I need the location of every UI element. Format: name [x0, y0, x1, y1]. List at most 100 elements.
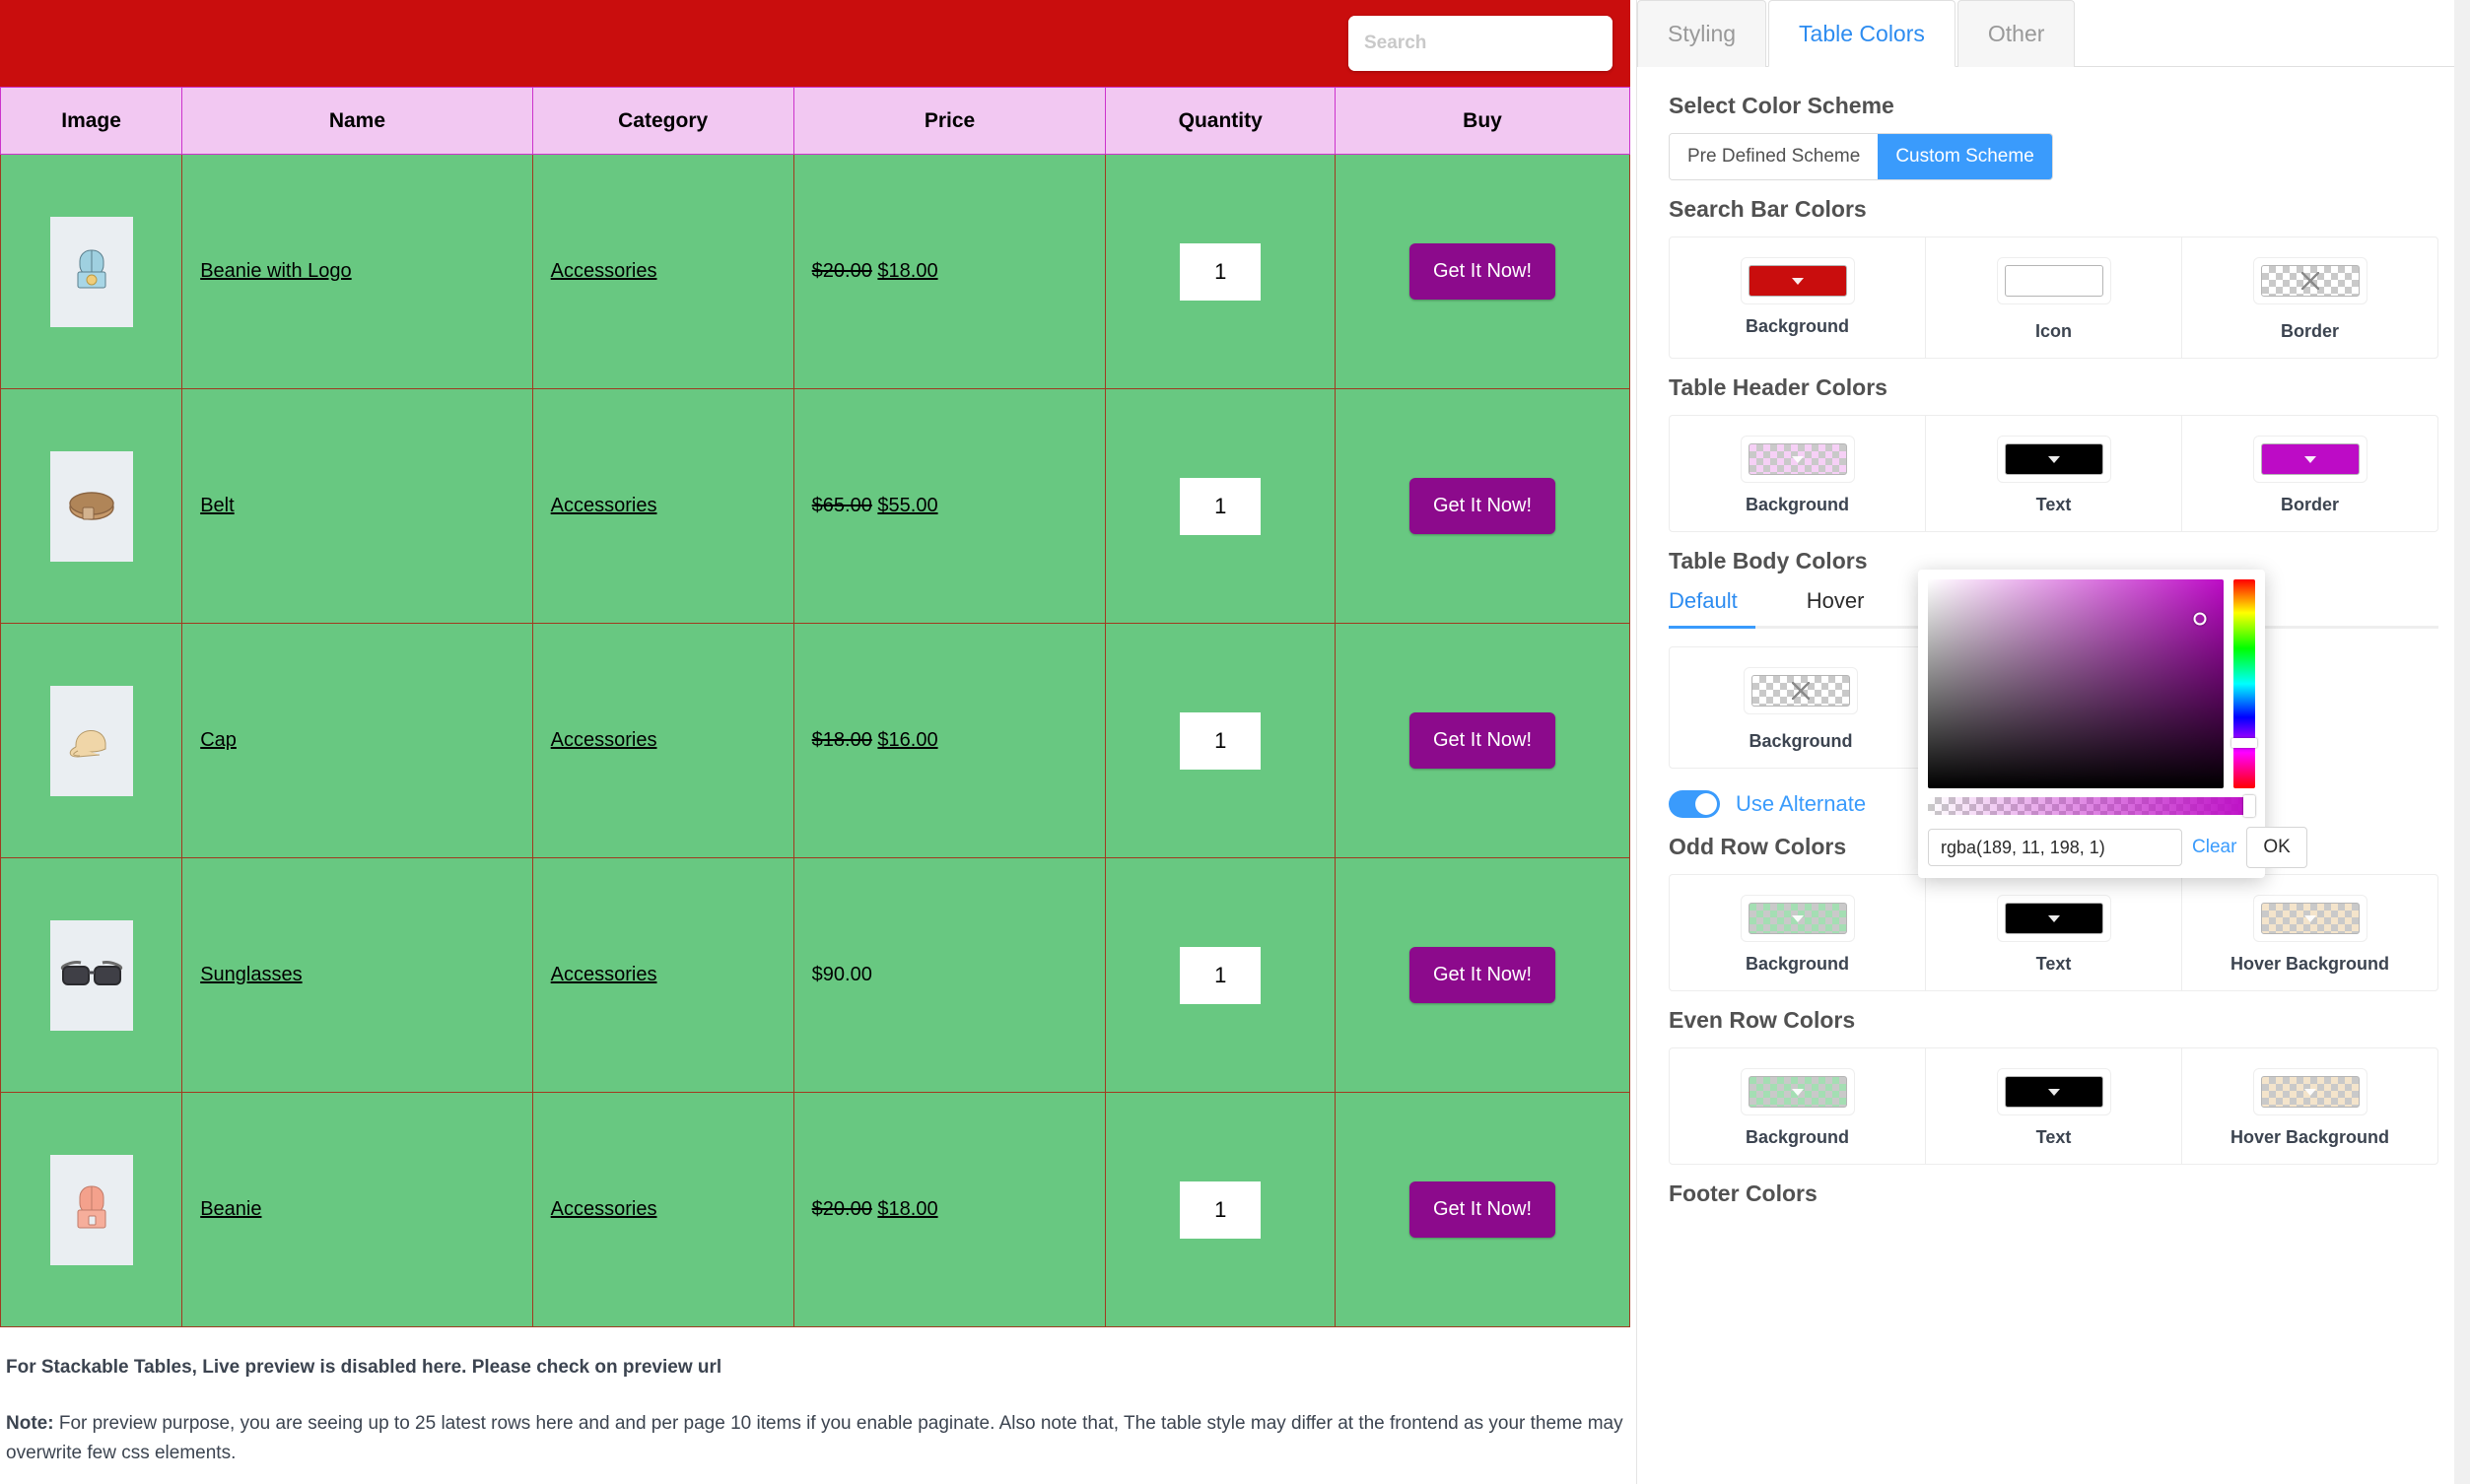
cell-category: Accessories	[531, 1092, 794, 1327]
swatch-odd-hover-background[interactable]	[2260, 903, 2360, 934]
table-preview-pane: Image Name Category Price Quantity Buy B…	[0, 0, 1636, 1484]
table-body: Beanie with Logo Accessories $20.00 $18.00…	[0, 154, 1630, 1327]
buy-button[interactable]: Get It Now!	[1409, 243, 1556, 300]
product-name-link[interactable]: Sunglasses	[200, 964, 302, 985]
alpha-slider[interactable]	[1928, 795, 2255, 817]
product-thumbnail-2	[49, 450, 133, 562]
swatch-box	[1996, 257, 2111, 304]
chevron-down-icon	[2047, 455, 2060, 463]
swatch-header-text[interactable]	[2004, 443, 2103, 475]
buy-button[interactable]: Get It Now!	[1409, 1181, 1556, 1238]
quantity-input[interactable]	[1180, 242, 1262, 301]
saturation-value-area[interactable]	[1928, 579, 2224, 788]
preview-notes: For Stackable Tables, Live preview is di…	[0, 1327, 1630, 1484]
cell-image	[0, 623, 183, 858]
product-thumbnail-4	[49, 919, 133, 1031]
swatch-cell-header-border: Border	[2182, 416, 2437, 531]
cell-price: $65.00 $55.00	[792, 388, 1107, 624]
tab-table-colors[interactable]: Table Colors	[1768, 0, 1955, 67]
swatch-odd-text[interactable]	[2004, 903, 2103, 934]
swatch-box	[2252, 257, 2367, 304]
product-thumbnail-1	[49, 216, 133, 327]
price-sale: $55.00	[877, 495, 938, 516]
cell-price: $18.00 $16.00	[792, 623, 1107, 858]
swatch-box	[1996, 436, 2111, 483]
picker-clear-button[interactable]: Clear	[2192, 837, 2236, 858]
price-sale: $18.00	[877, 260, 938, 282]
col-header-buy[interactable]: Buy	[1335, 87, 1630, 155]
use-alternate-toggle[interactable]	[1669, 790, 1720, 818]
buy-button[interactable]: Get It Now!	[1409, 478, 1556, 534]
product-category-link[interactable]: Accessories	[551, 729, 657, 751]
cell-category: Accessories	[531, 154, 794, 389]
quantity-input[interactable]	[1180, 1180, 1262, 1239]
cell-quantity	[1105, 857, 1337, 1093]
product-name-link[interactable]: Beanie	[200, 1198, 261, 1220]
product-category-link[interactable]: Accessories	[551, 964, 657, 985]
swatch-body-background[interactable]	[1751, 675, 1850, 707]
col-header-name[interactable]: Name	[181, 87, 533, 155]
quantity-input[interactable]	[1180, 711, 1262, 770]
col-header-image[interactable]: Image	[0, 87, 183, 155]
seg-pre-defined-scheme[interactable]: Pre Defined Scheme	[1670, 134, 1879, 179]
swatch-even-hover-background[interactable]	[2260, 1076, 2360, 1108]
tab-styling[interactable]: Styling	[1637, 0, 1767, 67]
cell-price: $20.00 $18.00	[792, 1092, 1107, 1327]
settings-scrollbar[interactable]	[2454, 0, 2470, 1484]
product-name-link[interactable]: Beanie with Logo	[200, 260, 351, 282]
swatch-label: Background	[1749, 731, 1853, 751]
col-header-category[interactable]: Category	[531, 87, 794, 155]
subtab-hover[interactable]: Hover	[1807, 588, 1865, 626]
tab-other[interactable]: Other	[1956, 0, 2076, 67]
note-body: For preview purpose, you are seeing up t…	[6, 1413, 1623, 1463]
swatch-even-text[interactable]	[2004, 1076, 2103, 1108]
swatch-header-border[interactable]	[2260, 443, 2360, 475]
swatch-box	[2252, 436, 2367, 483]
product-name-link[interactable]: Belt	[200, 495, 234, 516]
swatch-header-background[interactable]	[1748, 443, 1847, 475]
saturation-handle[interactable]	[2193, 612, 2207, 626]
cell-name: Beanie with Logo	[181, 154, 533, 389]
swatch-box	[1744, 667, 1858, 714]
hue-slider[interactable]	[2231, 579, 2257, 788]
swatch-searchbar-background[interactable]	[1748, 265, 1847, 297]
swatch-searchbar-icon[interactable]	[2004, 265, 2103, 297]
cell-name: Belt	[181, 388, 533, 624]
subtab-active-indicator	[1669, 626, 1755, 629]
swatch-cell-even-background: Background	[1670, 1048, 1926, 1164]
col-header-quantity[interactable]: Quantity	[1105, 87, 1337, 155]
product-category-link[interactable]: Accessories	[551, 260, 657, 282]
hue-handle[interactable]	[2231, 738, 2257, 749]
picker-ok-button[interactable]: OK	[2246, 827, 2307, 868]
swatch-odd-background[interactable]	[1748, 903, 1847, 934]
swatch-even-background[interactable]	[1748, 1076, 1847, 1108]
color-picker-popover: Clear OK	[1918, 570, 2307, 878]
use-alternate-label: Use Alternate	[1736, 791, 1867, 816]
chevron-down-icon	[2303, 1088, 2316, 1096]
alpha-handle[interactable]	[2243, 795, 2255, 817]
table-row: Beanie with Logo Accessories $20.00 $18.00…	[0, 154, 1630, 389]
table-head: Image Name Category Price Quantity Buy	[0, 87, 1630, 155]
swatch-cell-odd-text: Text	[1926, 875, 2182, 990]
seg-custom-scheme[interactable]: Custom Scheme	[1878, 134, 2052, 179]
search-input[interactable]	[1348, 16, 1612, 71]
price-sale: $16.00	[877, 729, 938, 751]
swatch-box	[1996, 895, 2111, 942]
color-value-input[interactable]	[1928, 829, 2182, 866]
price-original: $18.00	[811, 729, 872, 751]
product-category-link[interactable]: Accessories	[551, 1198, 657, 1220]
buy-button[interactable]: Get It Now!	[1409, 712, 1556, 769]
quantity-input[interactable]	[1180, 477, 1262, 535]
subtab-default[interactable]: Default	[1669, 588, 1738, 626]
swatch-cell-searchbar-border: Border	[2182, 237, 2437, 358]
product-name-link[interactable]: Cap	[200, 729, 237, 751]
swatch-searchbar-border[interactable]	[2260, 265, 2360, 297]
swatch-label: Text	[2035, 495, 2072, 514]
product-category-link[interactable]: Accessories	[551, 495, 657, 516]
buy-button[interactable]: Get It Now!	[1409, 947, 1556, 1003]
cell-buy: Get It Now!	[1335, 857, 1630, 1093]
col-header-price[interactable]: Price	[792, 87, 1107, 155]
swatch-cell-searchbar-background: Background	[1670, 237, 1926, 358]
cell-buy: Get It Now!	[1335, 388, 1630, 624]
quantity-input[interactable]	[1180, 946, 1262, 1004]
